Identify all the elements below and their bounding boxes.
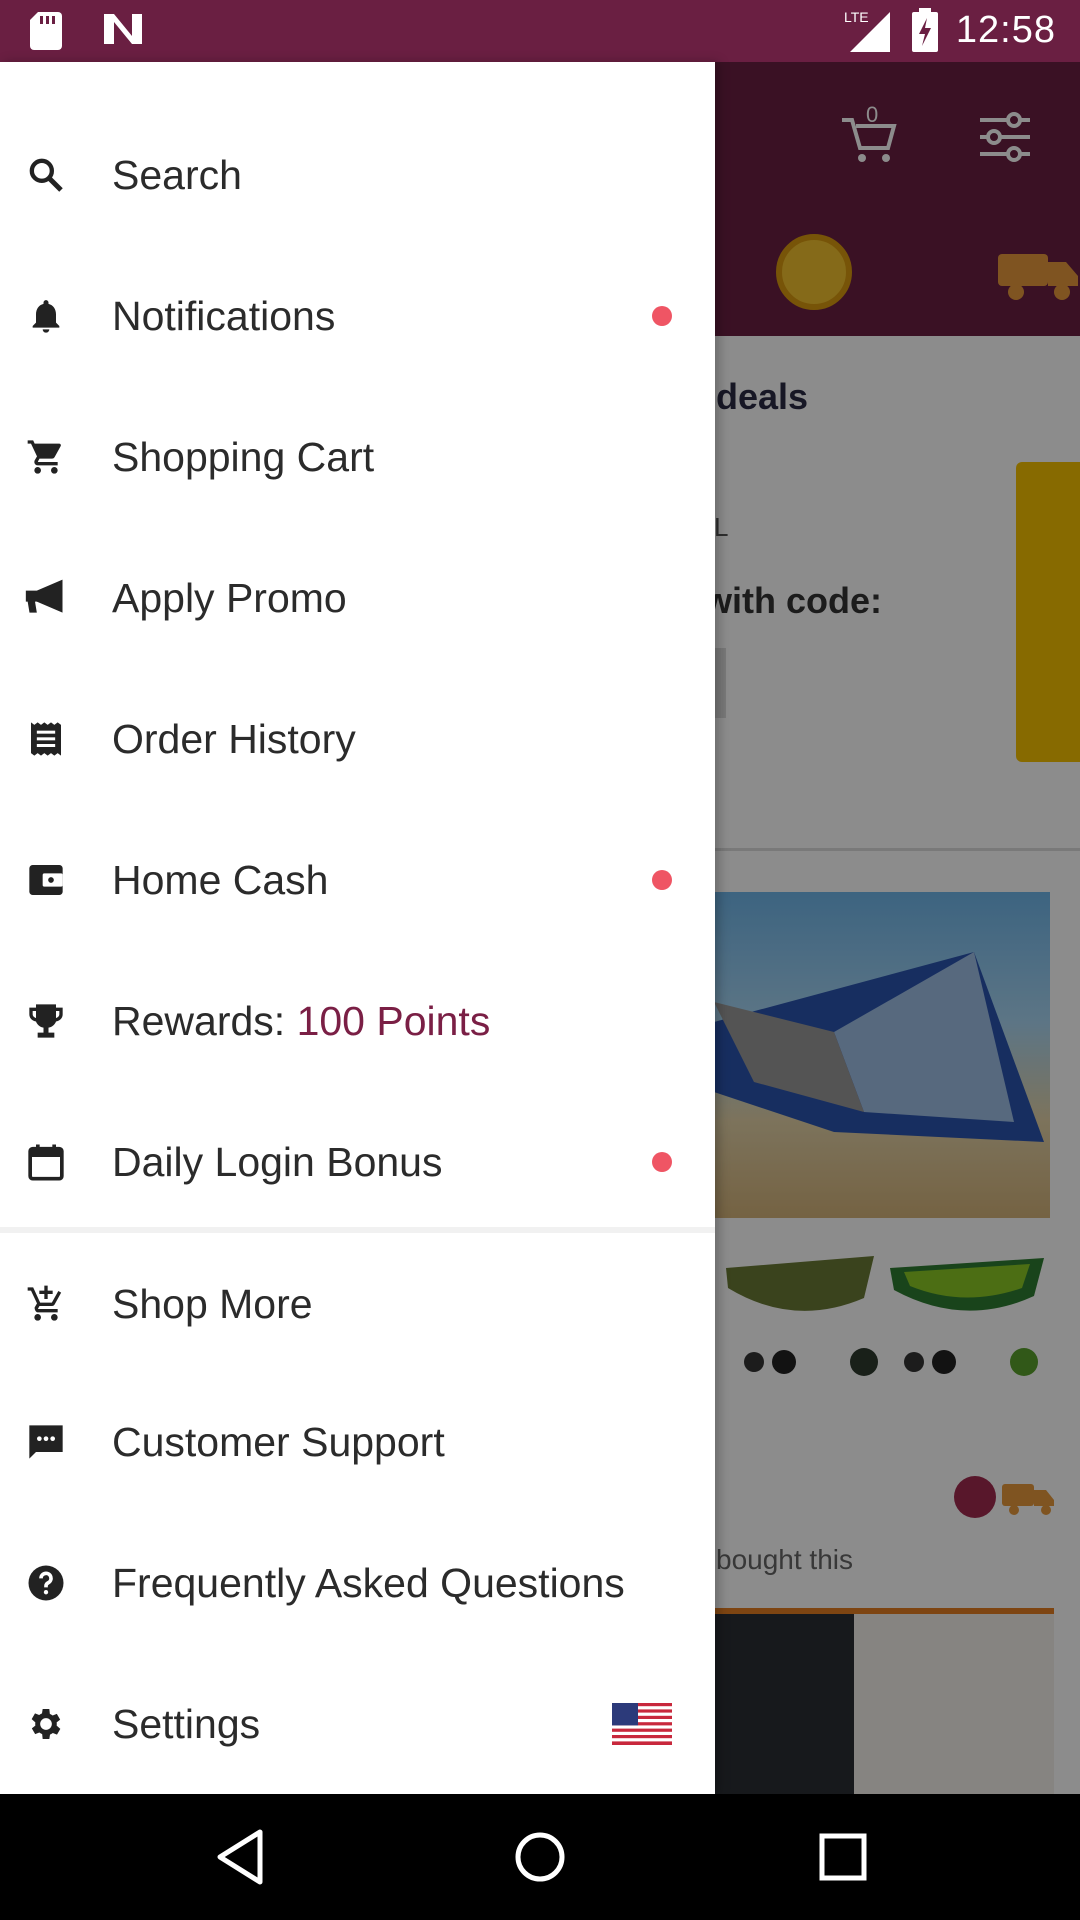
menu-item-order-history[interactable]: Order History — [0, 669, 715, 809]
notification-dot — [652, 1152, 672, 1172]
notification-dot — [652, 306, 672, 326]
menu-item-home-cash[interactable]: Home Cash — [0, 810, 715, 950]
back-icon[interactable] — [206, 1822, 276, 1892]
add-cart-icon — [22, 1280, 70, 1328]
menu-item-shopping-cart[interactable]: Shopping Cart — [0, 387, 715, 527]
receipt-icon — [22, 715, 70, 763]
menu-item-shop-more[interactable]: Shop More — [0, 1234, 715, 1374]
status-bar: LTE 12:58 — [0, 0, 1080, 62]
menu-label: Search — [112, 151, 242, 198]
menu-label: Home Cash — [112, 856, 329, 903]
rewards-label: Rewards: — [112, 997, 286, 1044]
menu-item-apply-promo[interactable]: Apply Promo — [0, 528, 715, 668]
notification-dot — [652, 870, 672, 890]
signal-icon: LTE — [844, 9, 890, 52]
n-notification-icon — [104, 14, 142, 44]
help-icon — [22, 1559, 70, 1607]
us-flag-icon[interactable] — [612, 1703, 672, 1745]
clock: 12:58 — [955, 8, 1056, 51]
menu-item-notifications[interactable]: Notifications — [0, 246, 715, 386]
megaphone-icon — [22, 574, 70, 622]
menu-label: Daily Login Bonus — [112, 1138, 443, 1185]
cart-icon — [22, 433, 70, 481]
wallet-icon — [22, 856, 70, 904]
menu-label: Notifications — [112, 292, 336, 339]
search-icon — [22, 151, 70, 199]
menu-item-settings[interactable]: Settings — [0, 1654, 715, 1794]
bell-icon — [22, 292, 70, 340]
navigation-drawer: Search Notifications Shopping Cart Apply… — [0, 62, 715, 1794]
menu-label: Rewards: 100 Points — [112, 998, 490, 1045]
chat-icon — [22, 1418, 70, 1466]
system-navigation-bar — [0, 1794, 1080, 1920]
menu-label: Frequently Asked Questions — [112, 1559, 625, 1606]
status-bar-notifications — [30, 12, 144, 50]
menu-item-rewards[interactable]: Rewards: 100 Points — [0, 951, 715, 1091]
menu-item-daily-login-bonus[interactable]: Daily Login Bonus — [0, 1092, 715, 1232]
battery-charging-icon — [911, 8, 938, 52]
recents-icon[interactable] — [808, 1822, 878, 1892]
menu-label: Shopping Cart — [112, 433, 375, 480]
home-icon[interactable] — [505, 1822, 575, 1892]
calendar-icon — [22, 1138, 70, 1186]
gear-icon — [22, 1700, 70, 1748]
trophy-icon — [22, 997, 70, 1045]
menu-item-faq[interactable]: Frequently Asked Questions — [0, 1513, 715, 1653]
svg-text:LTE: LTE — [844, 9, 869, 25]
menu-label: Apply Promo — [112, 574, 347, 621]
menu-label: Settings — [112, 1700, 261, 1747]
sd-card-icon — [30, 12, 62, 50]
menu-item-customer-support[interactable]: Customer Support — [0, 1372, 715, 1512]
drawer-divider — [0, 1227, 715, 1233]
menu-label: Customer Support — [112, 1418, 445, 1465]
menu-label: Shop More — [112, 1280, 313, 1327]
menu-label: Order History — [112, 715, 356, 762]
menu-item-search[interactable]: Search — [0, 105, 715, 245]
rewards-points-value: 100 Points — [296, 997, 491, 1044]
